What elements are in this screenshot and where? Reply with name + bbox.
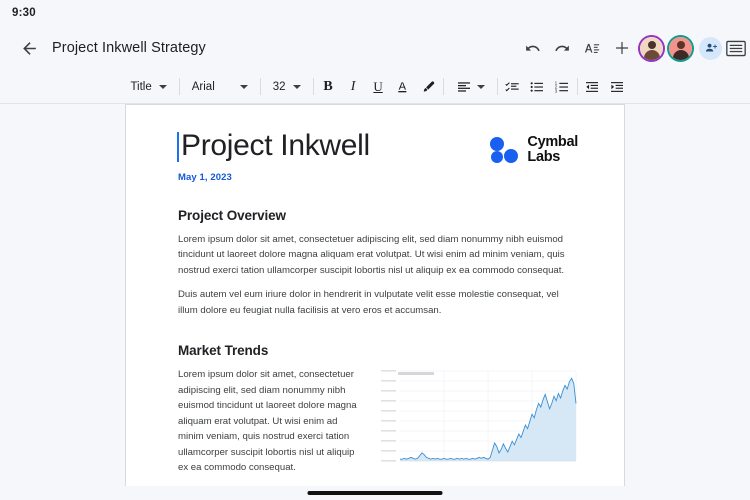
chevron-down-icon <box>158 84 167 89</box>
chevron-down-icon <box>292 84 301 89</box>
numbered-list-button[interactable]: 1 2 3 <box>550 74 575 99</box>
chevron-down-icon <box>239 84 248 89</box>
italic-button[interactable]: I <box>341 74 366 99</box>
text-style-group: B I U <box>316 74 441 99</box>
section-paragraph: Duis autem vel eum iriure dolor in hendr… <box>178 289 559 316</box>
font-size-value: 32 <box>272 80 286 93</box>
app-bar-actions <box>517 33 746 63</box>
logo-circles-icon <box>490 136 520 163</box>
home-indicator-area <box>0 486 750 500</box>
document-title[interactable]: Project Inkwell Strategy <box>52 40 206 56</box>
toolbar-divider <box>312 78 314 95</box>
chart-legend <box>398 372 434 376</box>
logo-text-line2: Labs <box>527 148 561 165</box>
section-paragraph: Lorem ipsum dolor sit amet, consectetuer… <box>178 233 565 276</box>
section-heading-overview: Project Overview <box>178 207 286 223</box>
font-family-value: Arial <box>191 80 215 93</box>
toolbar-divider <box>576 78 578 95</box>
font-family-select[interactable]: Arial <box>182 81 258 93</box>
avatar-head <box>647 40 656 49</box>
font-size-select[interactable]: 32 <box>263 81 311 93</box>
cymbal-labs-logo: Cymbal Labs <box>490 135 578 165</box>
checklist-button[interactable] <box>500 74 525 99</box>
text-color-button[interactable] <box>391 74 416 99</box>
home-indicator[interactable] <box>307 491 443 495</box>
market-trends-text: Lorem ipsum dolor sit amet, consectetuer… <box>178 367 364 485</box>
back-button[interactable] <box>16 35 42 61</box>
decrease-indent-button[interactable] <box>580 74 605 99</box>
text-format-button[interactable] <box>577 33 607 63</box>
page-title-text: Project Inkwell <box>181 129 370 162</box>
back-arrow-icon <box>22 41 36 55</box>
list-menu-icon <box>726 40 746 56</box>
bulleted-list-icon <box>530 81 544 92</box>
text-cursor <box>177 132 179 162</box>
highlighter-icon <box>423 80 435 92</box>
increase-indent-icon <box>611 81 624 92</box>
person-add-icon <box>705 43 717 52</box>
align-left-icon <box>457 81 470 92</box>
toolbar-divider <box>178 78 180 95</box>
paragraph-style-value: Title <box>130 80 152 93</box>
document-canvas: Project Inkwell Cymbal Labs May 1, 2023 … <box>0 104 750 486</box>
text-format-icon <box>584 43 600 53</box>
status-bar: 9:30 <box>0 0 750 26</box>
list-group: 1 2 3 <box>500 74 575 99</box>
area-chart <box>381 370 578 462</box>
logo-text-line1: Cymbal <box>527 134 578 150</box>
bold-button[interactable]: B <box>316 74 341 99</box>
text-color-icon <box>398 81 407 92</box>
undo-button[interactable] <box>517 33 547 63</box>
avatar-head <box>676 40 685 49</box>
collaborator-avatar-2[interactable] <box>669 36 692 60</box>
increase-indent-button[interactable] <box>605 74 630 99</box>
format-toolbar: Title Arial 32 B I U 1 2 3 <box>0 70 750 104</box>
page-title[interactable]: Project Inkwell <box>177 129 370 164</box>
status-bar-time: 9:30 <box>12 7 36 19</box>
document-outline-button[interactable] <box>726 33 746 63</box>
indent-group <box>580 74 630 99</box>
section-paragraph: Lorem ipsum dolor sit amet, consectetuer… <box>178 369 357 474</box>
highlight-button[interactable] <box>416 74 441 99</box>
add-button[interactable] <box>607 33 637 63</box>
document-page[interactable]: Project Inkwell Cymbal Labs May 1, 2023 … <box>125 104 625 486</box>
app-bar: Project Inkwell Strategy <box>0 26 750 70</box>
redo-icon <box>554 45 569 51</box>
align-button[interactable] <box>446 79 495 95</box>
chevron-down-icon <box>476 84 485 89</box>
document-date: May 1, 2023 <box>178 171 232 183</box>
toolbar-divider <box>442 78 444 95</box>
section-heading-market-trends: Market Trends <box>178 343 269 359</box>
svg-text:3: 3 <box>555 88 558 93</box>
market-trends-chart[interactable] <box>378 367 578 467</box>
document-header-row: Project Inkwell Cymbal Labs <box>177 129 578 165</box>
bulleted-list-button[interactable] <box>525 74 550 99</box>
undo-icon <box>525 45 540 51</box>
plus-icon <box>616 42 628 54</box>
paragraph-style-select[interactable]: Title <box>120 81 176 93</box>
collaborator-avatar-1[interactable] <box>640 36 663 60</box>
numbered-list-icon: 1 2 3 <box>555 80 569 93</box>
underline-button[interactable]: U <box>366 74 391 99</box>
toolbar-divider <box>259 78 261 95</box>
toolbar-divider <box>496 78 498 95</box>
checklist-icon <box>505 81 519 91</box>
chart-container <box>378 367 578 467</box>
redo-button[interactable] <box>547 33 577 63</box>
decrease-indent-icon <box>586 81 599 92</box>
avatar-body <box>672 49 689 60</box>
logo-text: Cymbal Labs <box>527 135 578 165</box>
add-person-button[interactable] <box>699 36 722 60</box>
market-trends-row: Lorem ipsum dolor sit amet, consectetuer… <box>178 367 578 485</box>
avatar-body <box>643 49 660 60</box>
